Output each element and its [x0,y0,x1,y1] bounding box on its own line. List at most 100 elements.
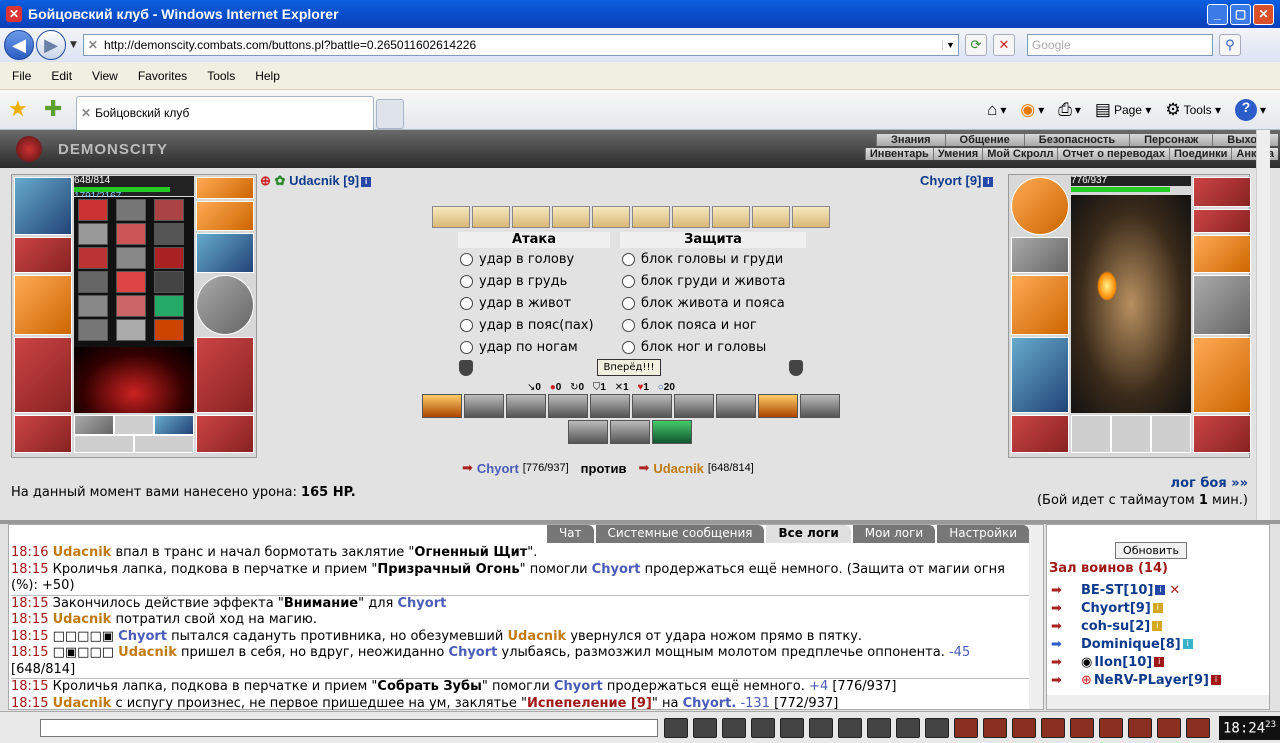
skill-icon[interactable] [800,394,840,418]
technique-icon[interactable] [552,206,590,228]
technique-icon[interactable] [672,206,710,228]
forward-button[interactable]: ▶ [36,30,66,60]
info-icon[interactable]: i [1152,621,1163,631]
warrior-row[interactable]: ➡ ◉ IIon[10] i [1051,653,1257,671]
tab-chat[interactable]: Чат [546,525,594,543]
chat-tool-icon[interactable] [1099,717,1123,738]
empty-slot-3[interactable] [134,435,194,453]
technique-icon[interactable] [712,206,750,228]
spell-slot[interactable] [78,319,108,341]
page-scrollbar[interactable] [1256,130,1270,520]
warrior-name[interactable]: NeRV-PLayer[9] [1094,673,1209,688]
link-skills[interactable]: Умения [932,148,982,160]
sword-slot[interactable] [1193,275,1251,335]
stop-icon[interactable]: ✕ [992,34,1015,56]
spell-slot[interactable] [154,199,184,221]
private-arrow-icon[interactable]: ➡ [1051,673,1081,688]
warrior-name[interactable]: Dominique[8] [1081,637,1181,652]
warrior-row[interactable]: ➡ Chyort[9] i [1051,599,1257,617]
warrior-name[interactable]: Chyort[9] [1081,601,1151,616]
warrior-name[interactable]: BE-ST[10] [1081,583,1153,598]
bracers-slot[interactable] [1011,237,1069,273]
chat-tool-icon[interactable] [838,717,862,738]
defense-option[interactable]: блок живота и пояса [620,292,806,314]
defense-option[interactable]: блок пояса и ног [620,314,806,336]
defense-radio[interactable] [622,318,635,332]
chat-tool-icon[interactable] [1041,717,1065,738]
chat-tool-icon[interactable] [983,717,1007,738]
defense-option[interactable]: блок головы и груди [620,248,806,270]
spell-slot[interactable] [78,199,108,221]
chat-tool-icon[interactable] [925,717,949,738]
info-icon[interactable]: i [1210,675,1221,685]
attack-option[interactable]: удар в живот [458,292,610,314]
info-icon[interactable]: i [361,176,372,187]
boots-slot[interactable] [196,415,254,453]
chat-tool-icon[interactable] [722,717,746,738]
chat-tool-icon[interactable] [896,717,920,738]
empty-slot-2[interactable] [1111,415,1151,453]
empty-slot-2[interactable] [74,435,134,453]
defense-radio[interactable] [622,296,635,310]
weapon-slot[interactable] [14,275,72,335]
skill-icon[interactable] [590,394,630,418]
link-knowledge[interactable]: Знания [876,134,944,146]
tools-menu[interactable]: ⚙ Tools ▾ [1165,100,1221,120]
chat-tool-icon[interactable] [1012,717,1036,738]
tab-system[interactable]: Системные сообщения [595,525,765,543]
link-profile[interactable]: Анкета [1231,148,1278,160]
boots-slot[interactable] [1193,415,1251,453]
forward-button[interactable]: Вперёд!!! [597,359,661,376]
new-tab-button[interactable] [376,98,404,129]
link-scroll[interactable]: Мой Скролл [982,148,1057,160]
tab-active[interactable]: ✕ Бойцовский клуб [76,95,374,130]
chat-scrollbar[interactable] [1029,525,1043,709]
spell-slot[interactable] [78,247,108,269]
back-button[interactable]: ◀ [4,30,34,60]
search-icon[interactable]: ⚲ [1218,34,1241,56]
versus-p2[interactable]: Udacnik [653,461,704,476]
tab-settings[interactable]: Настройки [937,525,1029,543]
skill-icon[interactable] [652,420,692,444]
chat-tool-icon[interactable] [867,717,891,738]
info-icon[interactable]: i [1154,657,1165,667]
attack-option[interactable]: удар в голову [458,248,610,270]
print-button[interactable]: ⎙ ▾ [1058,100,1081,120]
close-button[interactable]: ✕ [1253,3,1274,25]
favorites-star-icon[interactable]: ★ [8,97,36,122]
minimize-button[interactable]: _ [1207,3,1228,25]
chat-tool-icon[interactable] [664,717,688,738]
link-communication[interactable]: Общение [944,134,1024,146]
defense-option[interactable]: блок груди и живота [620,270,806,292]
menu-tools[interactable]: Tools [207,69,235,83]
refresh-button[interactable]: Обновить [1115,542,1187,559]
empty-slot-3[interactable] [1151,415,1191,453]
page-menu[interactable]: ▤ Page ▾ [1095,100,1151,120]
pants-slot[interactable] [196,337,254,413]
rings-slot[interactable] [196,201,254,231]
chat-tool-icon[interactable] [1157,717,1181,738]
pants-slot[interactable] [1193,337,1251,413]
menu-edit[interactable]: Edit [51,69,72,83]
bracers-slot[interactable] [14,237,72,273]
info-icon[interactable]: i [1155,585,1166,595]
spell-slot[interactable] [116,223,146,245]
ring-slot-2[interactable] [154,415,194,435]
warrior-name[interactable]: IIon[10] [1094,655,1152,670]
battle-log-link[interactable]: лог боя »» [1171,476,1248,491]
skill-icon[interactable] [548,394,588,418]
tab-my-logs[interactable]: Мои логи [852,525,936,543]
spell-slot[interactable] [116,247,146,269]
home-button[interactable]: ⌂ ▾ [987,100,1006,120]
skill-icon[interactable] [674,394,714,418]
shield-slot[interactable] [196,275,254,335]
url-dropdown[interactable]: ▼ [941,40,958,50]
menu-help[interactable]: Help [255,69,280,83]
amulet-slot[interactable] [196,177,254,199]
amulet-slot[interactable] [1193,177,1251,207]
belt-slot[interactable] [1011,415,1069,453]
chat-tool-icon[interactable] [693,717,717,738]
chat-tool-icon[interactable] [954,717,978,738]
rings-slot[interactable] [1193,209,1251,233]
attack-option[interactable]: удар в грудь [458,270,610,292]
